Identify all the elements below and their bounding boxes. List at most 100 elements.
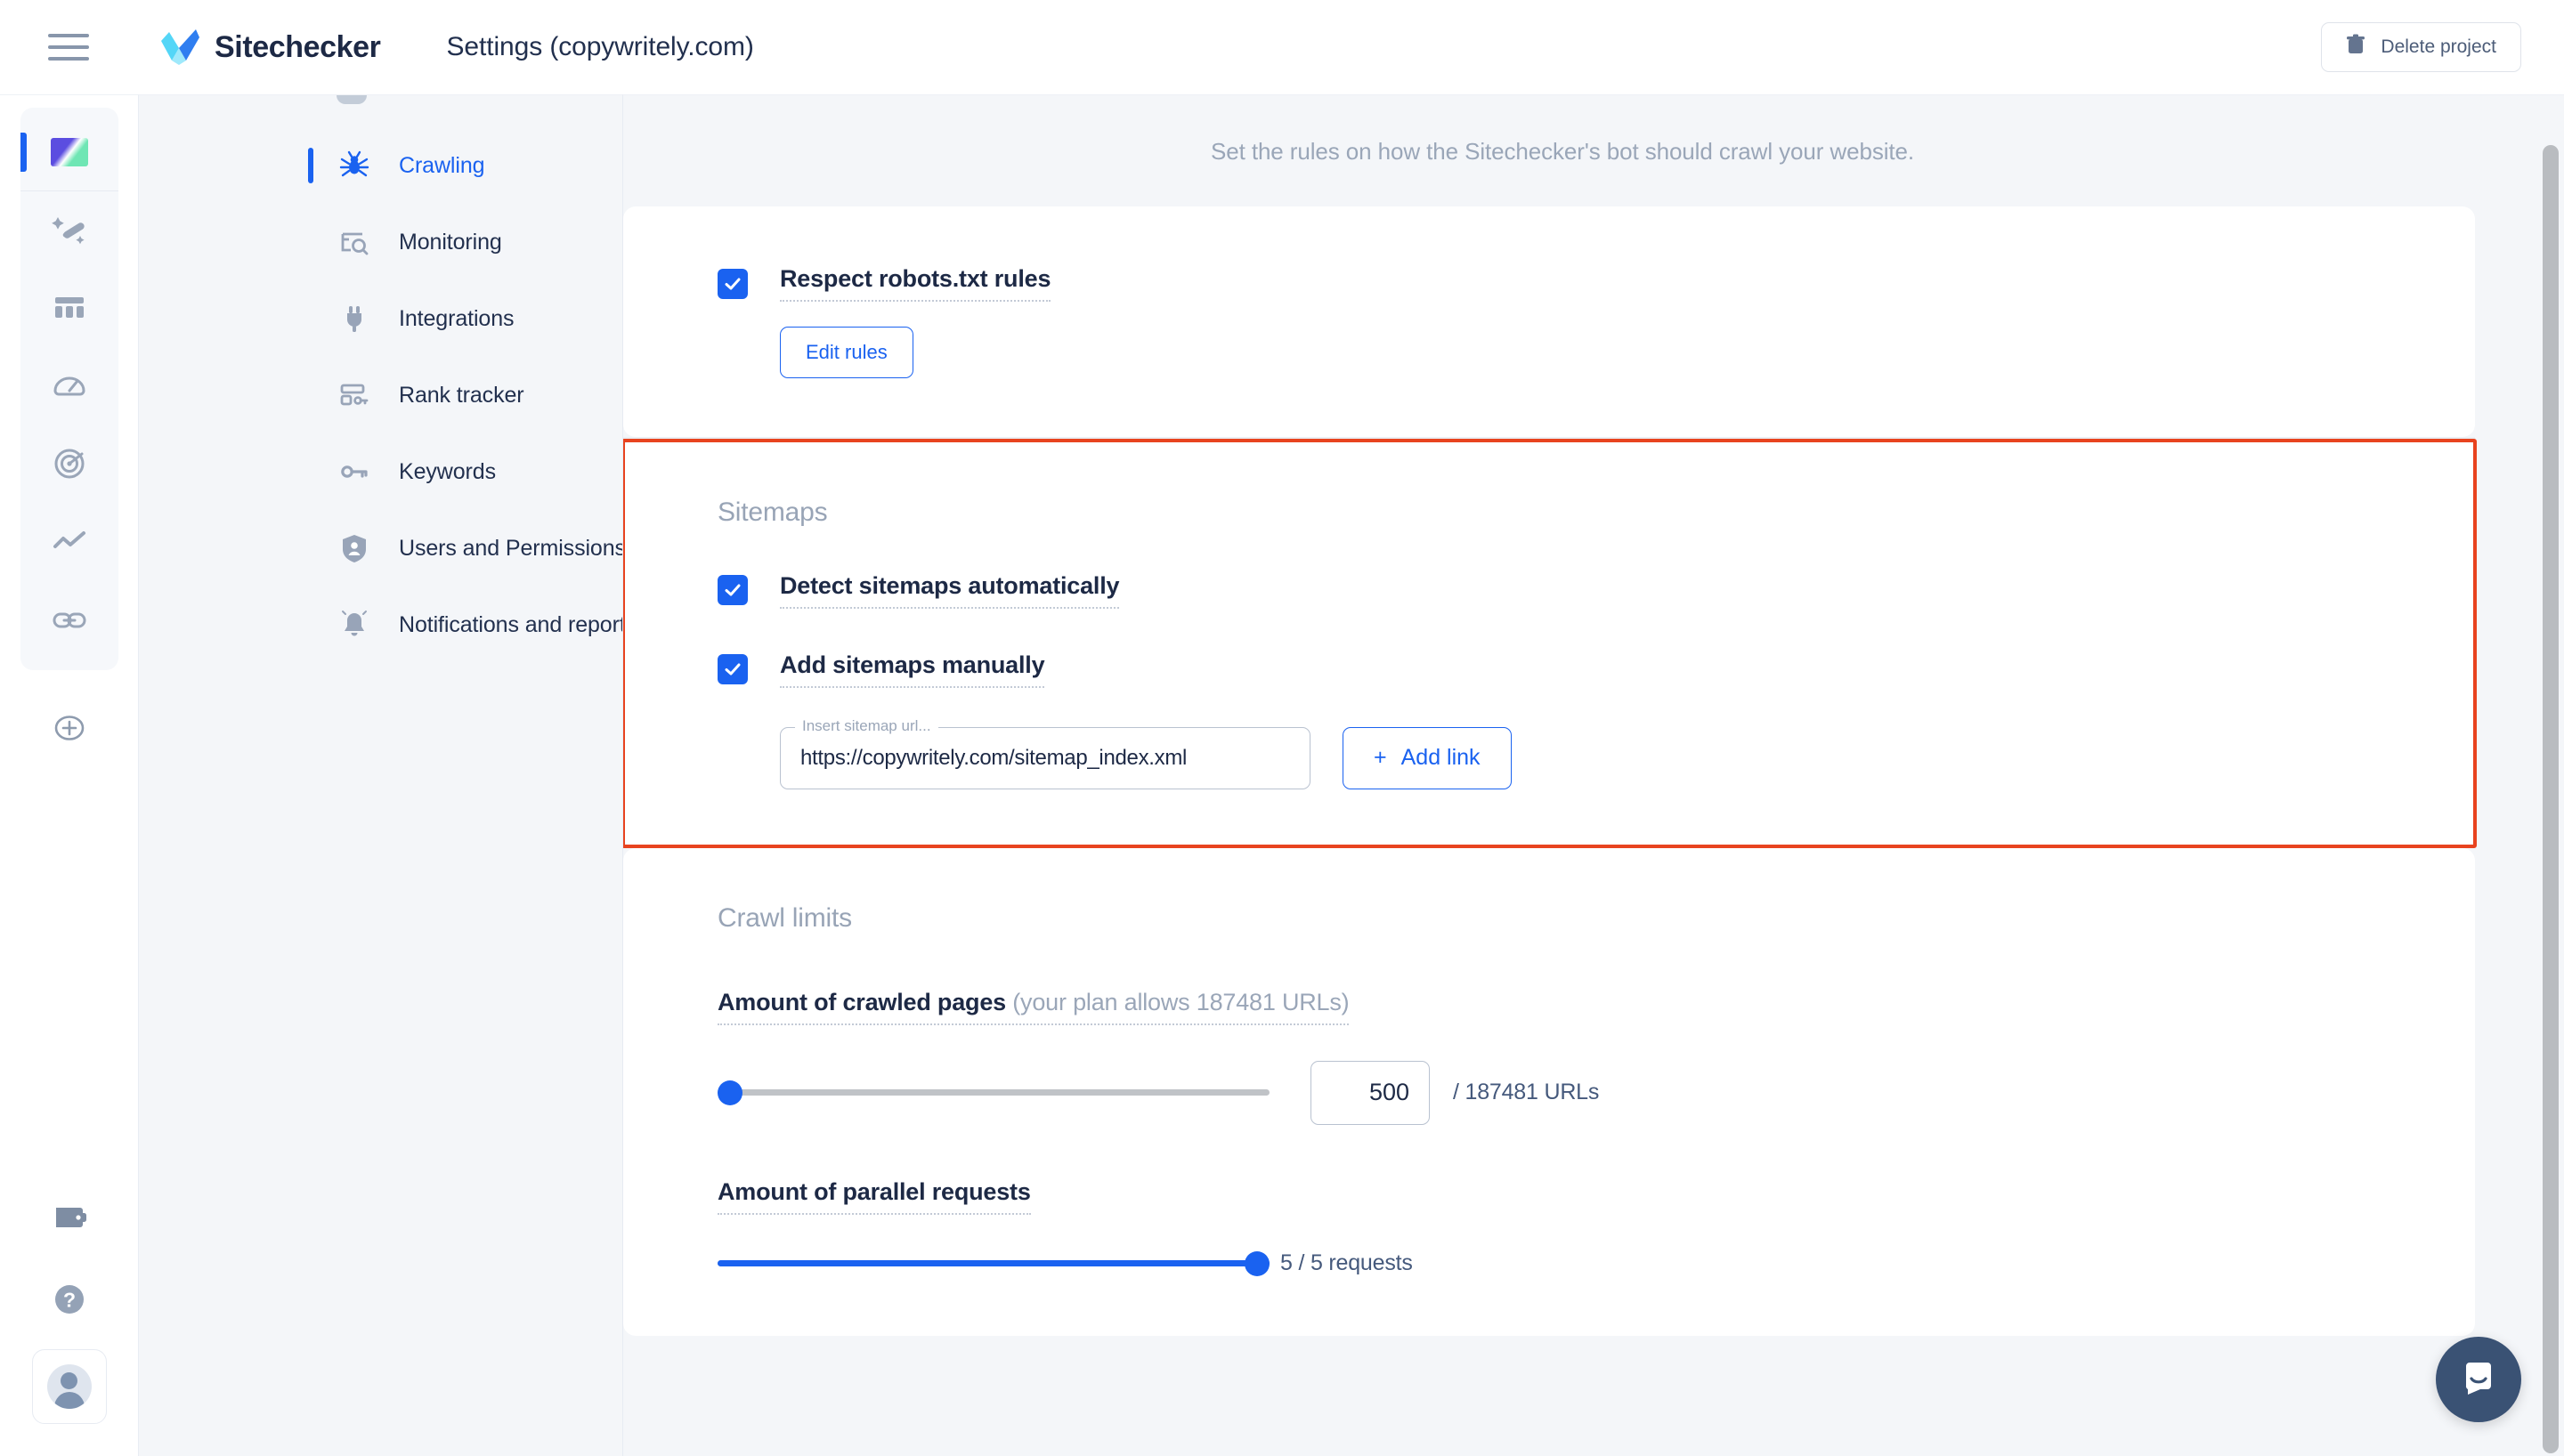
slider-fill	[718, 1260, 1270, 1266]
settings-nav: Crawling Monitoring Integrations Rank tr…	[139, 94, 623, 1456]
crawl-limits-title: Crawl limits	[718, 902, 852, 933]
respect-robots-row: Respect robots.txt rules	[718, 265, 2475, 302]
add-sitemaps-checkbox[interactable]	[718, 654, 748, 684]
brand-name: Sitechecker	[215, 29, 381, 64]
user-avatar-button[interactable]	[31, 1349, 107, 1424]
sidebar-item-integrations[interactable]: Integrations	[139, 280, 622, 357]
user-avatar-icon	[46, 1364, 92, 1409]
vertical-scrollbar[interactable]	[2543, 95, 2559, 1456]
parallel-requests-slider[interactable]	[718, 1250, 1270, 1277]
header-actions: Delete project	[2321, 22, 2521, 72]
svg-text:?: ?	[62, 1288, 75, 1311]
robots-card-body: Respect robots.txt rules Edit rules	[623, 206, 2475, 437]
parallel-requests-label: Amount of parallel requests	[718, 1178, 1031, 1215]
link-icon	[51, 602, 88, 643]
key-icon	[337, 454, 372, 489]
robots-card: Respect robots.txt rules Edit rules	[623, 206, 2475, 437]
magic-wand-icon	[51, 210, 88, 252]
add-link-button[interactable]: + Add link	[1343, 726, 1512, 789]
parallel-requests-slider-row: 5 / 5 requests	[718, 1250, 2475, 1277]
nav-scrolled-item-partial	[139, 95, 622, 127]
add-sitemaps-label: Add sitemaps manually	[780, 651, 1045, 688]
question-circle-icon: ?	[52, 1282, 87, 1322]
wallet-icon	[53, 1201, 86, 1239]
rail-item-speed-test[interactable]	[20, 348, 118, 426]
trash-icon	[2346, 34, 2365, 61]
sidebar-item-label: Notifications and reports	[399, 611, 623, 637]
slider-thumb[interactable]	[1245, 1250, 1270, 1276]
crawled-pages-input[interactable]: 500	[1310, 1060, 1430, 1125]
rail-item-backlinks[interactable]	[20, 583, 118, 661]
rail-project-group	[20, 108, 118, 670]
sitemap-url-value: https://copywritely.com/sitemap_index.xm…	[800, 745, 1188, 770]
sidebar-item-label: Crawling	[399, 152, 485, 178]
main-content: Set the rules on how the Sitechecker's b…	[623, 94, 2564, 1456]
app-root: Sitechecker Settings (copywritely.com) D…	[0, 0, 2564, 1456]
trend-line-icon	[51, 523, 88, 565]
sidebar-item-label: Integrations	[399, 305, 515, 331]
crawling-description: Set the rules on how the Sitechecker's b…	[1210, 138, 1915, 165]
app-body: ? Crawling Monitoring Integrations Rank …	[0, 94, 2564, 1456]
slider-thumb[interactable]	[718, 1080, 742, 1105]
shield-user-icon	[337, 530, 372, 566]
plus-icon: +	[1374, 745, 1387, 770]
rail-item-help[interactable]: ?	[20, 1260, 118, 1342]
chat-bubble-icon	[2458, 1357, 2499, 1403]
spider-icon	[337, 148, 372, 183]
rail-item-project-thumbnail[interactable]	[20, 113, 118, 191]
brand-logo-group[interactable]: Sitechecker	[159, 28, 381, 66]
hamburger-menu-icon[interactable]	[48, 28, 98, 67]
rail-item-site-audit[interactable]	[20, 191, 118, 270]
sidebar-item-notifications-and-reports[interactable]: Notifications and reports	[139, 586, 622, 663]
add-link-label: Add link	[1400, 745, 1481, 770]
sitemap-url-row: Insert sitemap url... https://copywritel…	[780, 716, 2475, 789]
sidebar-item-monitoring[interactable]: Monitoring	[139, 204, 622, 280]
sidebar-item-rank-tracker[interactable]: Rank tracker	[139, 357, 622, 433]
rail-add-project-button[interactable]	[20, 692, 118, 768]
sitemaps-title: Sitemaps	[718, 497, 828, 527]
delete-project-label: Delete project	[2381, 36, 2496, 57]
intercom-launcher-button[interactable]	[2436, 1337, 2521, 1422]
app-header: Sitechecker Settings (copywritely.com) D…	[0, 0, 2564, 94]
respect-robots-checkbox[interactable]	[718, 268, 748, 299]
plus-circle-icon	[52, 710, 87, 750]
sitechecker-logo-icon	[159, 28, 200, 66]
slider-track	[718, 1089, 1270, 1096]
sidebar-item-label: Monitoring	[399, 229, 502, 255]
scrollbar-thumb[interactable]	[2543, 145, 2559, 1453]
sitemap-url-input[interactable]: Insert sitemap url... https://copywritel…	[780, 716, 1310, 789]
rail-item-billing[interactable]	[20, 1178, 118, 1260]
rail-item-rank-radar[interactable]	[20, 426, 118, 505]
detect-sitemaps-row: Detect sitemaps automatically	[718, 572, 2475, 609]
sidebar-item-label: Users and Permissions	[399, 535, 623, 561]
crawl-limits-card: Crawl limits Amount of crawled pages (yo…	[623, 847, 2475, 1336]
detect-sitemaps-label: Detect sitemaps automatically	[780, 572, 1120, 609]
add-sitemaps-row: Add sitemaps manually	[718, 651, 2475, 688]
monitor-search-icon	[337, 224, 372, 260]
project-thumbnail-icon	[50, 137, 88, 166]
parallel-requests-group: Amount of parallel requests 5 / 5 reques…	[718, 1178, 2475, 1277]
sidebar-item-label: Rank tracker	[399, 382, 524, 408]
rail-item-page-table[interactable]	[20, 270, 118, 348]
partial-icon	[337, 95, 367, 104]
sitemaps-card-body: Sitemaps Detect sitemaps automatically A…	[623, 439, 2475, 848]
edit-rules-button[interactable]: Edit rules	[780, 327, 913, 378]
sidebar-item-users-and-permissions[interactable]: Users and Permissions	[139, 510, 622, 586]
sidebar-item-crawling[interactable]: Crawling	[139, 127, 622, 204]
sidebar-item-label: Keywords	[399, 458, 496, 484]
crawled-pages-label: Amount of crawled pages	[718, 988, 1006, 1015]
rail-item-trends[interactable]	[20, 505, 118, 583]
main-scroll-area: Set the rules on how the Sitechecker's b…	[623, 95, 2564, 1336]
sitemaps-card: Sitemaps Detect sitemaps automatically A…	[623, 438, 2475, 848]
detect-sitemaps-checkbox[interactable]	[718, 575, 748, 605]
crawled-pages-group: Amount of crawled pages (your plan allow…	[718, 989, 2475, 1125]
sidebar-item-keywords[interactable]: Keywords	[139, 433, 622, 510]
respect-robots-label: Respect robots.txt rules	[780, 265, 1051, 302]
crawled-pages-slider[interactable]	[718, 1080, 1270, 1106]
delete-project-button[interactable]: Delete project	[2321, 22, 2521, 72]
radar-icon	[51, 445, 88, 487]
crawl-limits-body: Crawl limits Amount of crawled pages (yo…	[623, 848, 2475, 1336]
crawled-pages-suffix: / 187481 URLs	[1453, 1080, 1600, 1104]
rank-table-icon	[337, 377, 372, 413]
crawled-pages-hint: (your plan allows 187481 URLs)	[1012, 988, 1350, 1015]
